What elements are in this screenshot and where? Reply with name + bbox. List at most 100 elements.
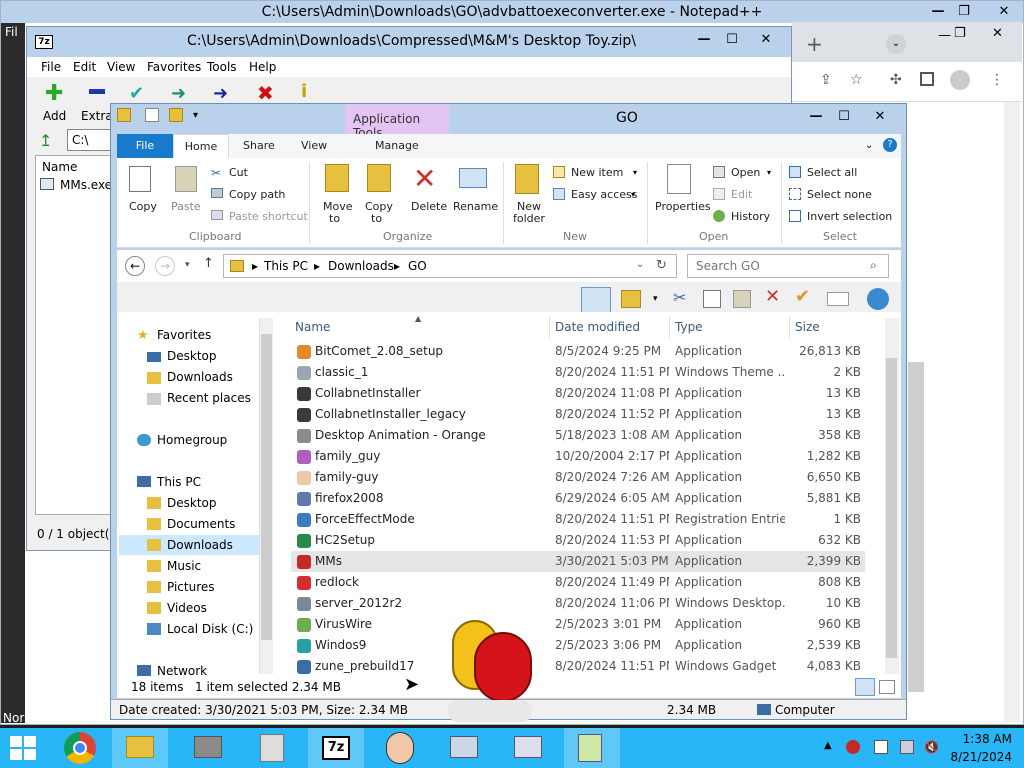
menu-help[interactable]: Help: [249, 60, 276, 74]
nav-pc-desktop[interactable]: Desktop: [167, 496, 217, 510]
taskbar-app[interactable]: [244, 728, 300, 768]
clock-date[interactable]: 8/21/2024: [944, 750, 1012, 764]
properties-icon[interactable]: [667, 164, 691, 194]
taskbar-notepadpp[interactable]: [564, 728, 620, 768]
taskbar-app[interactable]: [500, 728, 556, 768]
select-none-icon[interactable]: [789, 188, 801, 200]
edit-icon[interactable]: [713, 188, 725, 200]
tab-home[interactable]: Home: [173, 134, 229, 158]
chrome-scrollbar[interactable]: [1004, 102, 1020, 722]
copy-icon[interactable]: [703, 290, 721, 308]
open-icon[interactable]: [713, 166, 725, 178]
nav-documents[interactable]: Documents: [167, 517, 235, 531]
nav-music[interactable]: Music: [167, 559, 201, 573]
help-icon[interactable]: ?: [883, 138, 897, 152]
start-icon[interactable]: [10, 736, 36, 760]
invert-selection-icon[interactable]: [789, 210, 801, 222]
breadcrumb-sep-icon[interactable]: ▸: [394, 259, 400, 273]
history-button[interactable]: History: [731, 210, 770, 223]
taskbar-7zip[interactable]: 7z: [308, 728, 364, 768]
breadcrumb-go[interactable]: GO: [408, 259, 427, 273]
select-none-button[interactable]: Select none: [807, 188, 872, 201]
nav-localdisk[interactable]: Local Disk (C:): [167, 622, 253, 636]
tab-view[interactable]: View: [301, 134, 327, 158]
preview-pane-icon[interactable]: [581, 287, 611, 313]
table-row[interactable]: CollabnetInstaller_legacy 8/20/2024 11:52…: [291, 404, 865, 425]
move-to-icon[interactable]: [325, 164, 349, 192]
side-panel-icon[interactable]: [920, 72, 934, 86]
chevron-down-icon[interactable]: ▾: [653, 294, 658, 304]
table-row[interactable]: family_guy 10/20/2004 2:17 PM Application 1…: [291, 446, 865, 467]
column-name-header[interactable]: Name: [295, 320, 330, 334]
share-icon[interactable]: ⇪: [820, 72, 832, 88]
chevron-down-icon[interactable]: ▾: [631, 190, 635, 199]
up-icon[interactable]: ↑: [203, 256, 214, 271]
table-row[interactable]: Windos9 2/5/2023 3:06 PM Application 2,539 …: [291, 635, 865, 656]
new-item-icon[interactable]: [553, 166, 565, 178]
menu-tools[interactable]: Tools: [207, 60, 237, 74]
checkmark-icon[interactable]: ✔: [795, 286, 810, 307]
close-button[interactable]: ✕: [863, 106, 897, 126]
globe-icon[interactable]: [867, 288, 889, 310]
column-type-header[interactable]: Type: [675, 320, 703, 334]
history-icon[interactable]: [713, 210, 725, 222]
restore-button[interactable]: ❐: [947, 1, 981, 21]
scrollbar-thumb[interactable]: [261, 334, 272, 640]
ribbon-collapse-icon[interactable]: ⌄: [865, 140, 873, 151]
chrome-icon[interactable]: [64, 732, 96, 764]
breadcrumb-downloads[interactable]: Downloads: [328, 259, 394, 273]
extensions-icon[interactable]: ✣: [890, 72, 902, 88]
table-row[interactable]: server_2012r2 8/20/2024 11:06 PM Windows D…: [291, 593, 865, 614]
tab-file[interactable]: File: [117, 134, 173, 158]
properties-icon[interactable]: [827, 292, 849, 306]
folder-options-icon[interactable]: [621, 290, 641, 308]
add-button-label[interactable]: Add: [43, 109, 66, 123]
copy-path-button[interactable]: Copy path: [229, 188, 285, 201]
copy-icon[interactable]: [129, 166, 151, 192]
nav-downloads[interactable]: Downloads: [167, 370, 233, 384]
nav-homegroup[interactable]: Homegroup: [157, 433, 227, 447]
forward-icon[interactable]: →: [155, 256, 175, 276]
chevron-down-icon[interactable]: ⌄: [636, 259, 644, 270]
close-button[interactable]: ✕: [987, 1, 1021, 21]
table-row[interactable]: HC2Setup 8/20/2024 11:53 PM Application 632…: [291, 530, 865, 551]
mms-desktop-toy[interactable]: [444, 614, 538, 724]
edit-button[interactable]: Edit: [731, 188, 752, 201]
maximize-button[interactable]: ☐: [715, 29, 749, 49]
cut-icon[interactable]: ✂: [211, 166, 221, 180]
menu-favorites[interactable]: Favorites: [147, 60, 201, 74]
volume-icon[interactable]: 🔇: [924, 740, 939, 754]
add-icon[interactable]: ✚: [45, 81, 63, 106]
properties-icon[interactable]: [145, 108, 159, 122]
table-row[interactable]: MMs 3/30/2021 5:03 PM Application 2,399 KB: [291, 551, 865, 572]
menu-icon[interactable]: ⋮: [990, 72, 1004, 88]
close-button[interactable]: ✕: [992, 26, 1003, 41]
copy-button[interactable]: Copy: [129, 200, 157, 213]
nav-pc-downloads[interactable]: Downloads: [167, 538, 233, 552]
qat-dropdown-icon[interactable]: ▾: [193, 110, 198, 121]
delete-button[interactable]: Delete: [411, 200, 447, 213]
scrollbar[interactable]: [908, 362, 924, 692]
up-folder-icon[interactable]: ↥: [39, 131, 52, 150]
table-row[interactable]: CollabnetInstaller 8/20/2024 11:08 PM Appl…: [291, 383, 865, 404]
tray-expand-icon[interactable]: ▲: [824, 740, 832, 751]
cut-icon[interactable]: ✂: [673, 288, 686, 307]
taskbar-app[interactable]: [180, 728, 236, 768]
details-view-icon[interactable]: [855, 678, 875, 696]
clock-time[interactable]: 1:38 AM: [958, 732, 1012, 746]
taskbar-app[interactable]: [436, 728, 492, 768]
new-folder-label-2[interactable]: folder: [513, 212, 545, 225]
paste-shortcut-button[interactable]: Paste shortcut: [229, 210, 308, 223]
address-bar[interactable]: ▸ This PC ▸ Downloads ▸ GO ⌄ ↻: [223, 254, 677, 278]
taskbar-familyguy[interactable]: [372, 728, 428, 768]
paste-button[interactable]: Paste: [171, 200, 201, 213]
nav-recent[interactable]: Recent places: [167, 391, 251, 405]
move-icon[interactable]: ➜: [213, 83, 228, 104]
table-row[interactable]: family-guy 8/20/2024 7:26 AM Application 6,…: [291, 467, 865, 488]
nav-thispc[interactable]: This PC: [157, 475, 201, 489]
table-row[interactable]: VirusWire 2/5/2023 3:01 PM Application 960 …: [291, 614, 865, 635]
invert-selection-button[interactable]: Invert selection: [807, 210, 892, 223]
rename-icon[interactable]: [459, 168, 487, 188]
bookmark-star-icon[interactable]: ☆: [850, 72, 863, 88]
menu-file[interactable]: File: [41, 60, 61, 74]
